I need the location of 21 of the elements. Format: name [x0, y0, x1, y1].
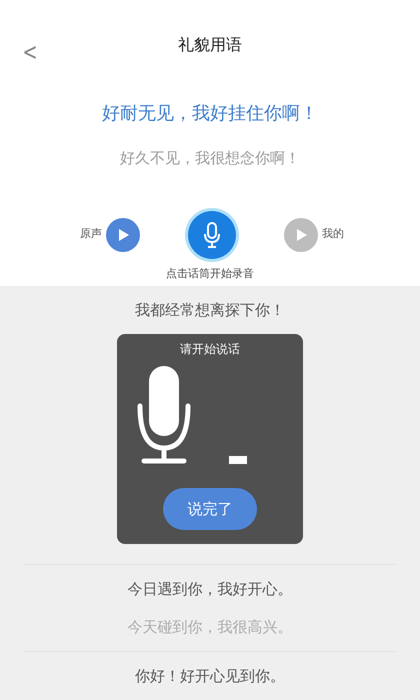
dialog-title: 请开始说话: [180, 341, 240, 358]
phrase-text: 我都经常想离探下你！: [135, 300, 285, 320]
phrase-translation: 今天碰到你，我很高兴。: [128, 617, 292, 637]
record-hint: 点击话筒开始录音: [166, 266, 254, 282]
mine-label: 我的: [322, 226, 344, 242]
sentence-text: 好耐无见，我好挂住你啊！: [102, 102, 318, 126]
original-label: 原声: [80, 226, 102, 242]
phrase-text: 今日遇到你，我好开心。: [128, 579, 292, 599]
finish-button[interactable]: 说完了: [163, 488, 257, 530]
play-original-button[interactable]: [106, 218, 140, 252]
microphone-icon: [203, 222, 221, 248]
phrase-text: 你好！好开心见到你。: [135, 666, 285, 686]
volume-indicator-icon: [229, 456, 247, 464]
microphone-icon: [137, 366, 191, 464]
play-icon: [294, 228, 308, 242]
play-mine-button[interactable]: [284, 218, 318, 252]
page-title: 礼貌用语: [178, 34, 242, 56]
play-icon: [116, 228, 130, 242]
back-button[interactable]: <: [22, 40, 38, 64]
translation-text: 好久不见，我很想念你啊！: [120, 148, 300, 169]
microphone-button[interactable]: [185, 208, 239, 262]
